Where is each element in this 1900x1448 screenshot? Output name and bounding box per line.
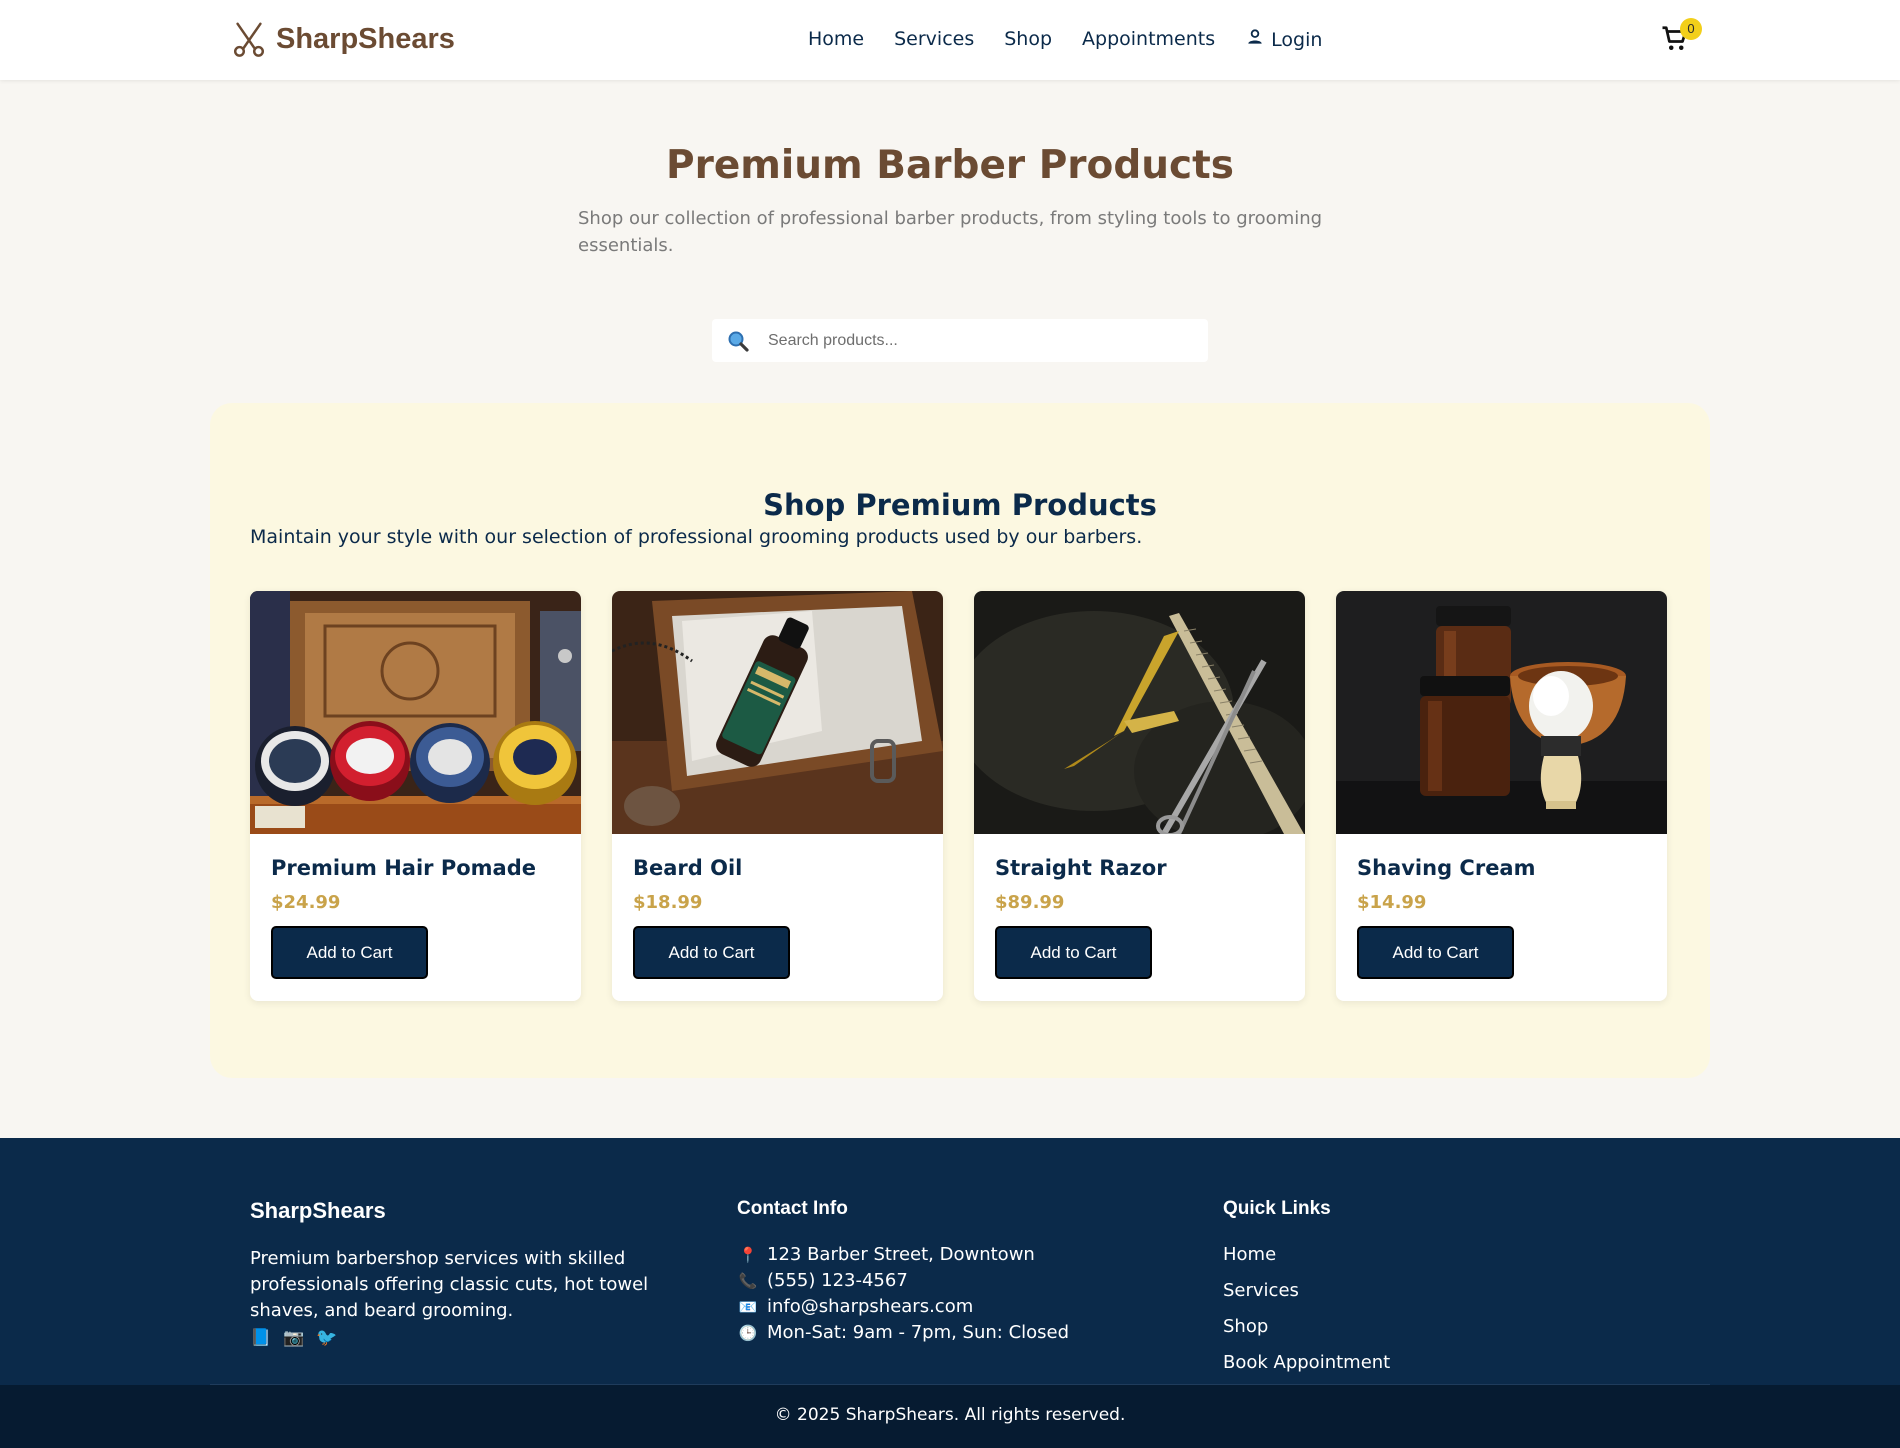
section-subtitle: Maintain your style with our selection o… xyxy=(250,526,1143,548)
add-to-cart-button[interactable]: Add to Cart xyxy=(1357,926,1514,979)
search-input[interactable] xyxy=(768,331,1188,350)
instagram-icon[interactable]: 📷 xyxy=(283,1328,304,1348)
product-price: $14.99 xyxy=(1357,892,1427,913)
contact-address: 📍 123 Barber Street, Downtown xyxy=(737,1242,1069,1268)
footer-contact: Contact Info 📍 123 Barber Street, Downto… xyxy=(737,1198,1069,1346)
product-card: Straight Razor $89.99 Add to Cart xyxy=(974,591,1305,1001)
copyright-bar: © 2025 SharpShears. All rights reserved. xyxy=(0,1385,1900,1448)
page-subtitle: Shop our collection of professional barb… xyxy=(578,208,1323,256)
product-card: Shaving Cream $14.99 Add to Cart xyxy=(1336,591,1667,1001)
straight-razor-image[interactable] xyxy=(974,591,1305,834)
footer-brand: SharpShears Premium barbershop services … xyxy=(250,1198,700,1348)
product-card: Premium Hair Pomade $24.99 Add to Cart xyxy=(250,591,581,1001)
email-text[interactable]: info@sharpshears.com xyxy=(767,1294,973,1320)
add-to-cart-button[interactable]: Add to Cart xyxy=(633,926,790,979)
site-header: SharpShears Home Services Shop Appointme… xyxy=(0,0,1900,80)
main-nav: Home Services Shop Appointments Login xyxy=(808,27,1352,51)
phone-text[interactable]: (555) 123-4567 xyxy=(767,1268,908,1294)
search-icon xyxy=(728,331,749,352)
footer-brand-title: SharpShears xyxy=(250,1198,386,1223)
cart-count-badge: 0 xyxy=(1680,18,1702,40)
brand-name: SharpShears xyxy=(276,22,455,55)
nav-home[interactable]: Home xyxy=(808,28,864,50)
product-price: $89.99 xyxy=(995,892,1065,913)
contact-phone: 📞 (555) 123-4567 xyxy=(737,1268,1069,1294)
product-name: Shaving Cream xyxy=(1357,856,1536,880)
footer-quick-links: Quick Links Home Services Shop Book Appo… xyxy=(1223,1198,1390,1386)
phone-icon: 📞 xyxy=(738,1272,758,1290)
nav-appointments[interactable]: Appointments xyxy=(1082,28,1215,50)
footer-contact-title: Contact Info xyxy=(737,1198,848,1219)
search-bar xyxy=(712,319,1208,362)
facebook-icon[interactable]: 📘 xyxy=(250,1328,271,1348)
email-icon: 📧 xyxy=(738,1298,758,1316)
pomade-tins-image[interactable] xyxy=(250,591,581,834)
product-name: Straight Razor xyxy=(995,856,1167,880)
footer-link-home[interactable]: Home xyxy=(1223,1244,1276,1265)
footer-links-title: Quick Links xyxy=(1223,1198,1331,1219)
footer-brand-description: Premium barbershop services with skilled… xyxy=(250,1248,649,1321)
add-to-cart-button[interactable]: Add to Cart xyxy=(995,926,1152,979)
section-title: Shop Premium Products xyxy=(763,488,1157,522)
product-card: Beard Oil $18.99 Add to Cart xyxy=(612,591,943,1001)
scissors-icon xyxy=(233,22,265,57)
quick-links-list: Home Services Shop Book Appointment xyxy=(1223,1242,1390,1376)
add-to-cart-button[interactable]: Add to Cart xyxy=(271,926,428,979)
cart-button[interactable]: 0 xyxy=(1660,18,1702,60)
footer-link-book-appointment[interactable]: Book Appointment xyxy=(1223,1352,1390,1373)
product-name: Premium Hair Pomade xyxy=(271,856,536,880)
footer-link-services[interactable]: Services xyxy=(1223,1280,1299,1301)
contact-email: 📧 info@sharpshears.com xyxy=(737,1294,1069,1320)
footer-link-shop[interactable]: Shop xyxy=(1223,1316,1268,1337)
copyright-text: © 2025 SharpShears. All rights reserved. xyxy=(774,1405,1126,1425)
products-section: Shop Premium Products Maintain your styl… xyxy=(210,403,1710,1078)
login-label: Login xyxy=(1271,29,1323,51)
product-price: $18.99 xyxy=(633,892,703,913)
address-text: 123 Barber Street, Downtown xyxy=(767,1244,1035,1265)
logo[interactable]: SharpShears xyxy=(230,20,455,58)
user-icon xyxy=(1248,29,1262,44)
shaving-cream-jars-image[interactable] xyxy=(1336,591,1667,834)
contact-list: 📍 123 Barber Street, Downtown 📞 (555) 12… xyxy=(737,1242,1069,1346)
clock-icon: 🕒 xyxy=(738,1324,758,1342)
product-name: Beard Oil xyxy=(633,856,743,880)
product-grid: Premium Hair Pomade $24.99 Add to Cart B… xyxy=(250,591,1667,1001)
contact-hours: 🕒 Mon-Sat: 9am - 7pm, Sun: Closed xyxy=(737,1320,1069,1346)
beard-oil-bottle-image[interactable] xyxy=(612,591,943,834)
nav-services[interactable]: Services xyxy=(894,28,974,50)
product-price: $24.99 xyxy=(271,892,341,913)
site-footer: SharpShears Premium barbershop services … xyxy=(0,1138,1900,1385)
location-pin-icon: 📍 xyxy=(738,1246,758,1264)
hours-text: Mon-Sat: 9am - 7pm, Sun: Closed xyxy=(767,1322,1070,1343)
twitter-icon[interactable]: 🐦 xyxy=(316,1328,337,1348)
nav-shop[interactable]: Shop xyxy=(1004,28,1052,50)
page-title: Premium Barber Products xyxy=(666,143,1234,188)
login-link[interactable]: Login xyxy=(1245,29,1322,51)
social-links: 📘 📷 🐦 xyxy=(250,1328,700,1348)
